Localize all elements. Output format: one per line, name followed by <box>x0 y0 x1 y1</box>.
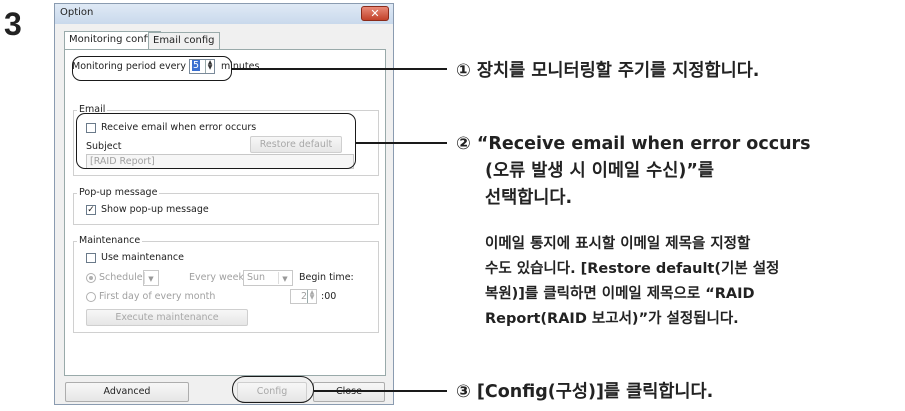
maintenance-group-title: Maintenance <box>77 235 143 246</box>
close-button[interactable]: Close <box>313 382 385 402</box>
close-icon: ✕ <box>370 7 380 20</box>
window-close-button[interactable]: ✕ <box>361 6 389 21</box>
schedule-dropdown[interactable]: ▼ <box>143 270 159 286</box>
monitoring-config-panel: Monitoring period every 5 ▲ ▼ minutes Ema… <box>64 49 386 376</box>
annotation-2-note-line1: 이메일 통지에 표시할 이메일 제목을 지정할 <box>485 236 751 252</box>
annotation-2-note-line4: Report(RAID 보고서)”가 설정됩니다. <box>485 311 739 327</box>
leader-line-3 <box>314 390 447 392</box>
annotation-1: ① 장치를 모니터링할 주기를 지정합니다. <box>456 57 759 82</box>
annotation-2: ② “Receive email when error occurs (오류 발… <box>456 131 811 212</box>
callout-box-3 <box>232 376 314 403</box>
use-maintenance-label: Use maintenance <box>101 252 185 263</box>
chevron-down-icon: ▼ <box>144 272 157 284</box>
spin-arrows-icon[interactable]: ▲ ▼ <box>307 290 316 303</box>
tab-email-config[interactable]: Email config <box>148 32 220 49</box>
execute-maintenance-button[interactable]: Execute maintenance <box>86 309 248 326</box>
chevron-down-icon: ▼ <box>278 272 291 284</box>
callout-box-1 <box>72 56 232 81</box>
annotation-2-line3: 선택합니다. <box>485 188 573 208</box>
annotation-2-line1: “Receive email when error occurs <box>476 134 811 154</box>
title-bar: Option ✕ <box>55 4 393 24</box>
annotation-2-note: 이메일 통지에 표시할 이메일 제목을 지정할 수도 있습니다. [Restor… <box>485 232 779 332</box>
advanced-button[interactable]: Advanced <box>65 382 189 402</box>
show-popup-label: Show pop-up message <box>101 204 209 215</box>
day-dropdown[interactable]: Sun ▼ <box>243 270 293 286</box>
annotation-3-marker: ③ <box>456 382 471 402</box>
first-day-label: First day of every month <box>99 291 216 302</box>
use-maintenance-checkbox[interactable] <box>86 253 96 263</box>
schedule-radio[interactable] <box>86 273 96 283</box>
day-value: Sun <box>247 272 266 283</box>
annotation-3: ③ [Config(구성)]를 클릭합니다. <box>456 378 713 403</box>
begin-time-label: Begin time: <box>299 272 354 283</box>
leader-line-2 <box>356 142 447 144</box>
first-day-radio[interactable] <box>86 292 96 302</box>
schedule-label: Schedule <box>99 272 143 283</box>
hour-stepper[interactable]: 2 ▲ ▼ <box>290 289 317 304</box>
show-popup-checkbox[interactable]: ✓ <box>86 205 96 215</box>
dialog-title: Option <box>60 7 94 18</box>
annotation-2-note-line2: 수도 있습니다. [Restore default(기본 설정 <box>485 261 780 277</box>
callout-box-2 <box>76 113 356 169</box>
popup-group-title: Pop-up message <box>77 187 160 198</box>
tab-monitoring-config[interactable]: Monitoring config <box>64 31 162 49</box>
annotation-1-text: 장치를 모니터링할 주기를 지정합니다. <box>476 61 760 81</box>
annotation-2-marker: ② <box>456 134 471 154</box>
every-week-label: Every week <box>189 272 244 283</box>
annotation-2-line2: (오류 발생 시 이메일 수신)”를 <box>485 161 714 181</box>
step-number: 3 <box>4 6 22 42</box>
annotation-3-text: [Config(구성)]를 클릭합니다. <box>476 382 714 402</box>
annotation-1-marker: ① <box>456 61 471 81</box>
minute-suffix: :00 <box>321 291 337 302</box>
annotation-2-note-line3: 복원)]를 클릭하면 이메일 제목으로 “RAID <box>485 286 755 302</box>
leader-line-1 <box>232 68 447 70</box>
